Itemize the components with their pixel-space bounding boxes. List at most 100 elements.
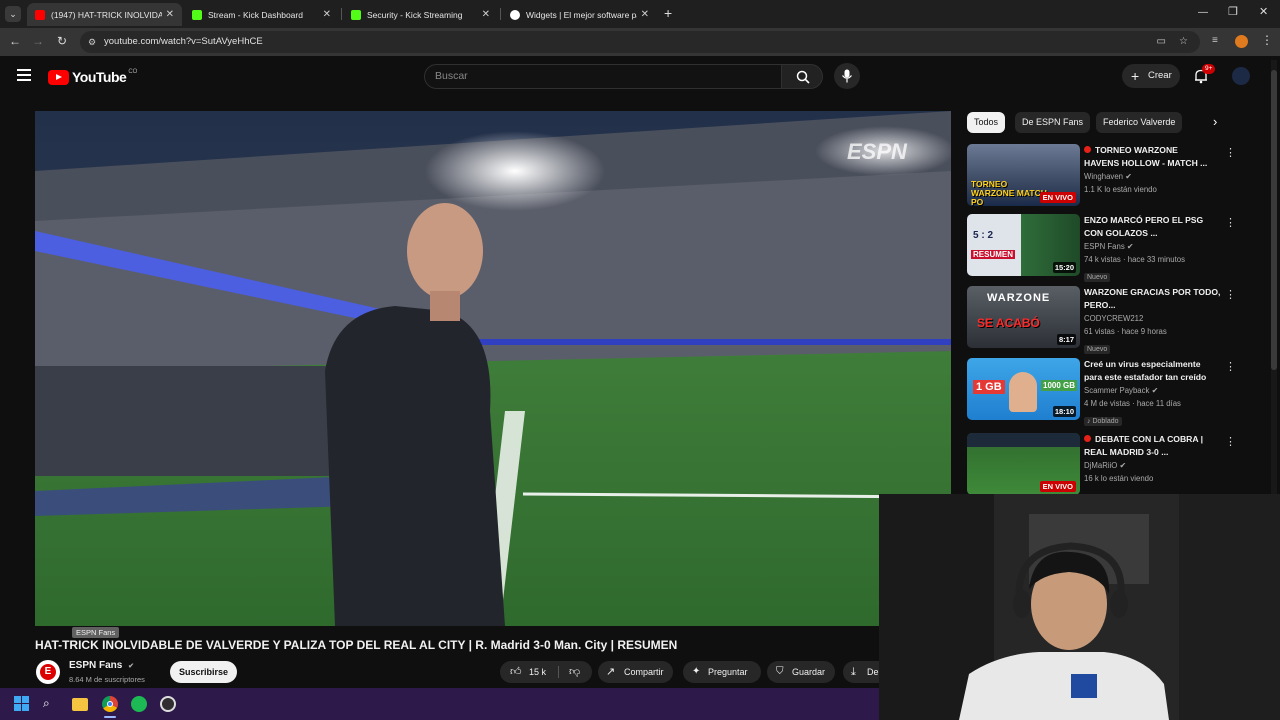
recommendation-item[interactable]: 1 GB 1000 GB 18:10 Creé un virus especia… xyxy=(967,358,1236,426)
create-button[interactable]: + Crear xyxy=(1122,64,1180,88)
close-window-icon[interactable]: ✕ xyxy=(1259,5,1268,18)
browser-tab-bar: ⌄ (1947) HAT-TRICK INOLVIDABL ✕ Stream -… xyxy=(0,0,1280,28)
voice-search-button[interactable] xyxy=(834,63,860,89)
new-tab-button[interactable]: + xyxy=(664,5,672,21)
browser-tab-kick-security[interactable]: Security - Kick Streaming ✕ xyxy=(343,3,498,26)
notifications-button[interactable]: 9+ xyxy=(1193,64,1216,86)
badge-text: Doblado xyxy=(1092,418,1119,425)
tab-search-button[interactable]: ⌄ xyxy=(5,6,21,22)
title-line: Creé un virus especialmente xyxy=(1084,359,1201,369)
file-explorer-icon[interactable] xyxy=(72,698,88,711)
video-thumbnail[interactable]: 1 GB 1000 GB 18:10 xyxy=(967,358,1080,420)
more-options-icon[interactable]: ⋮ xyxy=(1225,146,1236,159)
recommendation-channel: CODYCREW212 xyxy=(1084,314,1144,323)
thumbnail-text: 1 GB xyxy=(973,380,1005,394)
ask-label: Preguntar xyxy=(708,667,748,677)
dislike-button[interactable]: 👎︎ xyxy=(560,661,592,683)
video-thumbnail[interactable]: 5 : 2 RESUMEN 15:20 xyxy=(967,214,1080,276)
reload-icon[interactable]: ↻ xyxy=(54,34,70,48)
more-options-icon[interactable]: ⋮ xyxy=(1225,435,1236,448)
account-avatar[interactable] xyxy=(1232,67,1250,85)
browser-address-bar: ← → ↻ ⚙ youtube.com/watch?v=SutAVyeHhCE … xyxy=(0,28,1280,56)
verified-icon: ✔ xyxy=(1119,461,1127,470)
chip-federico-valverde[interactable]: Federico Valverde xyxy=(1096,112,1183,133)
scrollbar-thumb[interactable] xyxy=(1271,70,1277,370)
recommendation-item[interactable]: 5 : 2 RESUMEN 15:20 ENZO MARCÓ PERO EL P… xyxy=(967,214,1236,282)
save-label: Guardar xyxy=(792,667,826,677)
spotify-icon[interactable] xyxy=(131,696,147,712)
forward-icon[interactable]: → xyxy=(30,34,46,48)
windows-start-icon[interactable] xyxy=(14,696,30,712)
browser-tab-widgets[interactable]: Widgets | El mejor software pa ✕ xyxy=(502,3,657,26)
video-frame xyxy=(35,111,951,626)
recommendation-item[interactable]: TORNEO WARZONE MATCH PO EN VIVO TORNEO W… xyxy=(967,144,1236,206)
media-icon[interactable]: ≡ xyxy=(1212,35,1218,46)
video-thumbnail[interactable]: EN VIVO xyxy=(967,433,1080,495)
chip-de-espn-fans[interactable]: De ESPN Fans xyxy=(1015,112,1091,133)
recommendation-title: ENZO MARCÓ PERO EL PSG CON GOLAZOS ... xyxy=(1084,214,1224,240)
bookmark-star-icon[interactable]: ☆ xyxy=(1179,31,1188,53)
like-button[interactable]: 👍︎ 15 k xyxy=(500,661,558,683)
recommendation-channel: DjMaRiiO ✔ xyxy=(1084,459,1224,472)
browser-tab-youtube[interactable]: (1947) HAT-TRICK INOLVIDABL ✕ xyxy=(27,3,182,26)
download-label: De xyxy=(867,667,879,677)
live-dot-icon xyxy=(1084,146,1091,153)
tab-close-icon[interactable]: ✕ xyxy=(482,9,490,20)
thumbnail-score: 5 : 2 xyxy=(973,230,994,241)
subscribe-button[interactable]: Suscribirse xyxy=(170,661,237,683)
profile-avatar[interactable] xyxy=(1235,35,1248,48)
cast-icon[interactable]: ▭ xyxy=(1157,31,1166,53)
share-button[interactable]: ↗ Compartir xyxy=(598,661,673,683)
kick-favicon-icon xyxy=(192,9,202,20)
share-icon: ↗ xyxy=(606,666,616,678)
tab-close-icon[interactable]: ✕ xyxy=(166,9,174,20)
tab-close-icon[interactable]: ✕ xyxy=(641,9,649,20)
chip-todos[interactable]: Todos xyxy=(967,112,1006,133)
minimize-icon[interactable]: — xyxy=(1198,7,1208,18)
thumbnail-overlay xyxy=(967,433,1080,447)
dubbed-badge: ♪ Doblado xyxy=(1084,417,1122,426)
recommendation-meta: 4 M de vistas · hace 11 días xyxy=(1084,399,1181,408)
recommendation-info: WARZONE GRACIAS POR TODO, PERO... CODYCRE… xyxy=(1084,286,1224,356)
video-thumbnail[interactable]: TORNEO WARZONE MATCH PO EN VIVO xyxy=(967,144,1080,206)
thumbnail-text-right: 1000 GB xyxy=(1041,380,1078,391)
channel-avatar[interactable]: E xyxy=(36,660,60,684)
thumbnail-person xyxy=(1009,372,1037,412)
youtube-logo[interactable]: YouTube CO xyxy=(48,69,137,85)
webcam-overlay xyxy=(879,494,1280,720)
video-thumbnail[interactable]: WARZONE SE ACABÓ 8:17 xyxy=(967,286,1080,348)
url-bar[interactable]: ⚙ youtube.com/watch?v=SutAVyeHhCE ▭ ☆ xyxy=(80,31,1200,53)
search-input[interactable]: Buscar xyxy=(424,64,782,89)
recommendation-item[interactable]: EN VIVO DEBATE CON LA COBRA | REAL MADRID… xyxy=(967,433,1236,495)
download-button[interactable]: ⤓ De xyxy=(843,661,879,683)
thumbs-down-icon: 👎︎ xyxy=(569,666,581,678)
video-player[interactable]: ESPN xyxy=(35,111,951,626)
live-dot-icon xyxy=(1084,435,1091,442)
browser-menu-icon[interactable]: ⋮ xyxy=(1261,33,1273,47)
hamburger-menu-icon[interactable] xyxy=(17,69,31,81)
back-icon[interactable]: ← xyxy=(7,34,23,48)
taskbar-search-icon[interactable]: ⌕ xyxy=(43,696,59,712)
ask-button[interactable]: ✦ Preguntar xyxy=(683,661,761,683)
browser-tab-kick-dashboard[interactable]: Stream - Kick Dashboard ✕ xyxy=(184,3,339,26)
search-button[interactable] xyxy=(781,64,823,89)
chrome-icon[interactable] xyxy=(102,696,118,712)
chip-next-icon[interactable]: › xyxy=(1213,114,1217,129)
download-icon: ⤓ xyxy=(851,666,856,678)
channel-name-text: ESPN Fans xyxy=(69,660,123,671)
site-info-icon[interactable]: ⚙ xyxy=(88,31,96,53)
maximize-icon[interactable]: ❐ xyxy=(1228,5,1238,18)
more-options-icon[interactable]: ⋮ xyxy=(1225,288,1236,301)
tab-close-icon[interactable]: ✕ xyxy=(323,9,331,20)
more-options-icon[interactable]: ⋮ xyxy=(1225,360,1236,373)
more-options-icon[interactable]: ⋮ xyxy=(1225,216,1236,229)
recommendation-item[interactable]: WARZONE SE ACABÓ 8:17 WARZONE GRACIAS PO… xyxy=(967,286,1236,354)
tab-title: (1947) HAT-TRICK INOLVIDABL xyxy=(51,9,162,20)
verified-icon: ✔ xyxy=(1151,386,1159,395)
windows-taskbar: ⌕ xyxy=(0,688,879,720)
save-button[interactable]: ⛉ Guardar xyxy=(767,661,835,683)
recommendation-title: DEBATE CON LA COBRA | REAL MADRID 3-0 ... xyxy=(1084,433,1224,459)
channel-name[interactable]: ESPN Fans ✔ xyxy=(69,660,134,671)
create-label: Crear xyxy=(1148,70,1172,81)
obs-icon[interactable] xyxy=(160,696,176,712)
